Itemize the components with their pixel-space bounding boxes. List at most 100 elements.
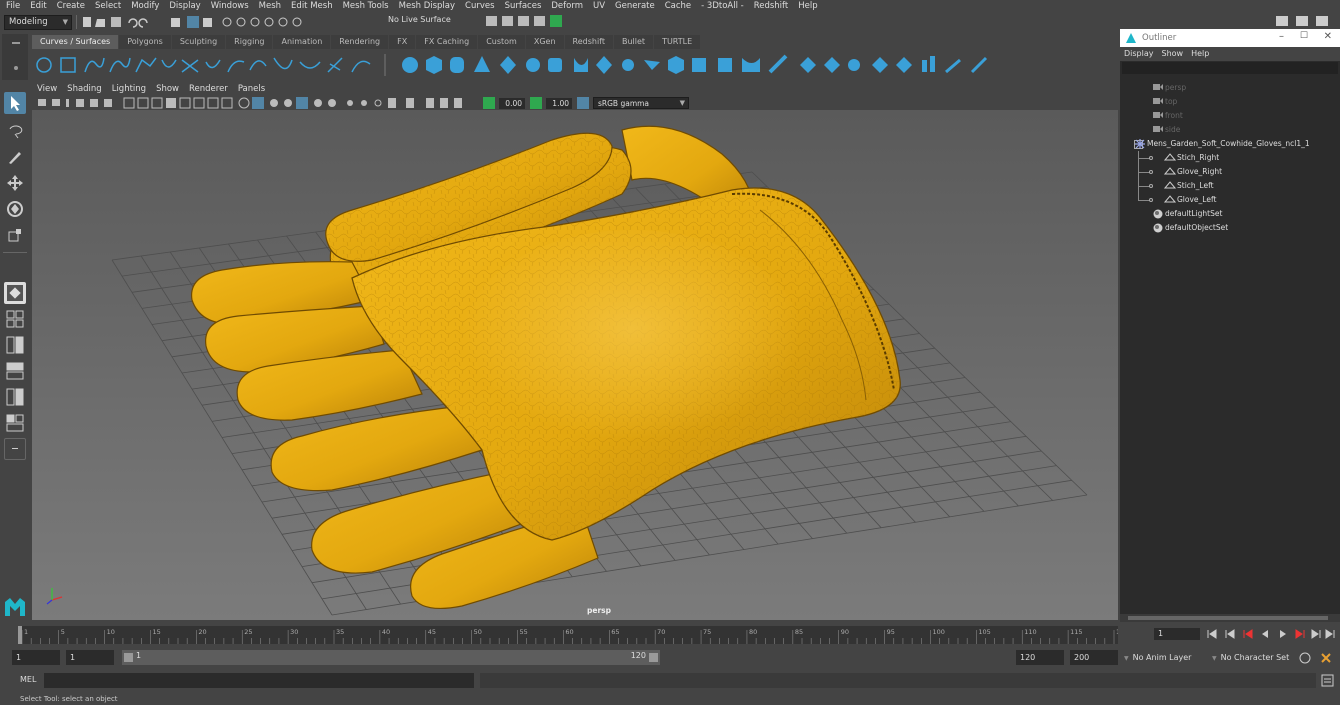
range-end-handle[interactable] (649, 653, 658, 662)
playback-controls[interactable] (1206, 628, 1336, 640)
select-tool-icon[interactable] (4, 92, 26, 114)
menu-mesh-tools[interactable]: Mesh Tools (338, 0, 394, 12)
range-icons[interactable] (1298, 650, 1336, 666)
shelf-icons[interactable] (30, 52, 1118, 78)
panel-menu-lighting[interactable]: Lighting (107, 83, 151, 95)
menu-redshift[interactable]: Redshift (749, 0, 794, 12)
outliner-item[interactable]: Glove_Right (1120, 165, 1340, 179)
scale-tool-icon[interactable] (4, 224, 26, 246)
shelf-tab-polygons[interactable]: Polygons (119, 35, 171, 49)
anim-start-field[interactable]: 1 (12, 650, 60, 665)
outliner-item[interactable]: top (1120, 95, 1340, 109)
outliner-menu-help[interactable]: Help (1187, 47, 1213, 61)
menu-generate[interactable]: Generate (610, 0, 660, 12)
shelf-options-icon[interactable] (14, 66, 18, 70)
current-frame-marker[interactable] (18, 626, 22, 644)
menu-surfaces[interactable]: Surfaces (500, 0, 547, 12)
shelf-tab-bullet[interactable]: Bullet (614, 35, 654, 49)
panel-tool-icons[interactable] (32, 96, 482, 110)
menu-cache[interactable]: Cache (660, 0, 696, 12)
four-view-layout-icon[interactable] (4, 308, 26, 330)
color-management-icon[interactable] (576, 96, 590, 110)
exposure-icon[interactable] (482, 96, 496, 110)
script-editor-icon[interactable] (1321, 674, 1334, 687)
outliner-item[interactable]: front (1120, 109, 1340, 123)
range-start-handle[interactable] (124, 653, 133, 662)
outliner-item[interactable]: Glove_Left (1120, 193, 1340, 207)
outliner-hscrollbar[interactable] (1120, 614, 1340, 622)
exposure-field[interactable]: 0.00 (499, 97, 525, 109)
outliner-item[interactable]: defaultLightSet (1120, 207, 1340, 221)
outliner-item[interactable]: Stich_Right (1120, 151, 1340, 165)
single-view-layout-icon[interactable] (4, 282, 26, 304)
outliner-menu-display[interactable]: Display (1120, 47, 1158, 61)
anim-layer-dropdown[interactable]: ▼ No Anim Layer (1124, 650, 1214, 665)
menu-modify[interactable]: Modify (126, 0, 164, 12)
shelf-menu-icon[interactable] (12, 42, 20, 44)
persp-viewport[interactable]: persp (32, 110, 1118, 620)
current-frame-field[interactable]: 1 (1154, 628, 1200, 640)
outliner-persp-layout-icon[interactable] (4, 412, 26, 434)
outliner-item[interactable]: persp (1120, 81, 1340, 95)
shelf-tab-xgen[interactable]: XGen (525, 35, 564, 49)
colorspace-dropdown[interactable]: sRGB gamma ▼ (593, 97, 689, 109)
shelf-tab-rigging[interactable]: Rigging (226, 35, 273, 49)
mode-dropdown[interactable]: Modeling ▼ (4, 14, 72, 30)
rotate-tool-icon[interactable] (4, 198, 26, 220)
panel-menu-view[interactable]: View (32, 83, 62, 95)
menu-windows[interactable]: Windows (206, 0, 254, 12)
shelf-tab-sculpting[interactable]: Sculpting (171, 35, 226, 49)
menu-mesh-display[interactable]: Mesh Display (394, 0, 460, 12)
two-view-layout-icon[interactable] (4, 334, 26, 356)
menu-3dtoall[interactable]: - 3DtoAll - (696, 0, 749, 12)
shelf-tab-redshift[interactable]: Redshift (564, 35, 613, 49)
close-icon[interactable]: ✕ (1324, 31, 1332, 42)
persp-outliner-layout-icon[interactable] (4, 386, 26, 408)
gamma-field-icon[interactable] (529, 96, 543, 110)
menu-create[interactable]: Create (52, 0, 90, 12)
menu-edit-mesh[interactable]: Edit Mesh (286, 0, 338, 12)
persp-graph-layout-icon[interactable] (4, 360, 26, 382)
render-icons[interactable] (486, 14, 566, 28)
time-slider[interactable]: 1 5 10 15 20 25 30 35 40 45 50 55 60 65 70 75 80 85 90 95 10… (0, 622, 1340, 646)
shelf-tab-animation[interactable]: Animation (273, 35, 331, 49)
menu-deform[interactable]: Deform (546, 0, 588, 12)
mel-label[interactable]: MEL (20, 675, 36, 684)
menu-curves[interactable]: Curves (460, 0, 500, 12)
panel-menu-shading[interactable]: Shading (62, 83, 107, 95)
move-tool-icon[interactable] (4, 172, 26, 194)
command-input[interactable] (44, 673, 474, 688)
shelf-tab-fx-caching[interactable]: FX Caching (416, 35, 478, 49)
anim-end-field[interactable]: 200 (1070, 650, 1118, 665)
menu-uv[interactable]: UV (588, 0, 610, 12)
paint-select-icon[interactable] (4, 146, 26, 168)
outliner-item[interactable]: side (1120, 123, 1340, 137)
outliner-item[interactable]: –Mens_Garden_Soft_Cowhide_Gloves_ncl1_1 (1120, 137, 1340, 151)
time-slider-track[interactable]: 1 5 10 15 20 25 30 35 40 45 50 55 60 65 70 75 80 85 90 95 10… (18, 626, 1128, 644)
menu-mesh[interactable]: Mesh (254, 0, 286, 12)
outliner-item[interactable]: defaultObjectSet (1120, 221, 1340, 235)
shelf-tab-turtle[interactable]: TURTLE (654, 35, 701, 49)
minimize-icon[interactable]: – (1279, 31, 1284, 42)
outliner-menu-show[interactable]: Show (1158, 47, 1188, 61)
shelf-tab-fx[interactable]: FX (389, 35, 416, 49)
lasso-tool-icon[interactable] (4, 120, 26, 142)
panel-menu-show[interactable]: Show (151, 83, 184, 95)
menu-file[interactable]: File (0, 0, 25, 12)
playback-start-field[interactable]: 1 (66, 650, 114, 665)
menu-help[interactable]: Help (793, 0, 822, 12)
character-set-dropdown[interactable]: ▼ No Character Set (1212, 650, 1302, 665)
custom-layout-icon[interactable] (4, 438, 26, 460)
shelf-tab-rendering[interactable]: Rendering (331, 35, 389, 49)
panel-menu-renderer[interactable]: Renderer (184, 83, 233, 95)
range-slider[interactable]: 1 120 (122, 650, 660, 665)
shelf-tab-curves-surfaces[interactable]: Curves / Surfaces (32, 35, 119, 49)
gamma-field[interactable]: 1.00 (546, 97, 572, 109)
workspace-icons[interactable] (1274, 13, 1338, 29)
playback-end-field[interactable]: 120 (1016, 650, 1064, 665)
outliner-item[interactable]: Stich_Left (1120, 179, 1340, 193)
panel-menu-panels[interactable]: Panels (233, 83, 270, 95)
maximize-icon[interactable]: ☐ (1300, 31, 1308, 41)
shelf-tab-custom[interactable]: Custom (478, 35, 525, 49)
menu-select[interactable]: Select (90, 0, 126, 12)
